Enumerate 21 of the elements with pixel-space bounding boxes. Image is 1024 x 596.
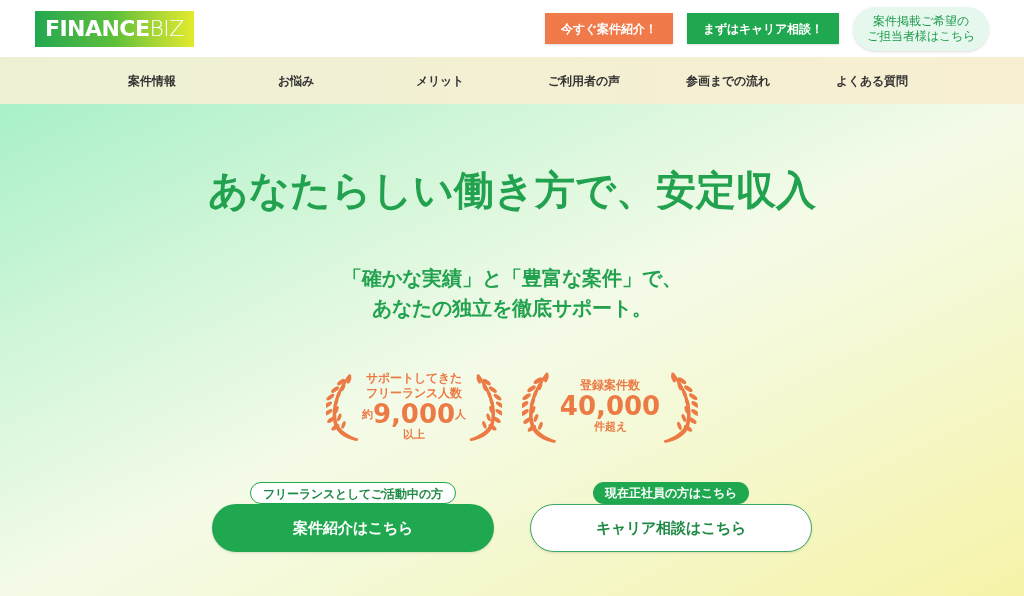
stat-caption: 登録案件数 xyxy=(580,378,640,394)
nav-link[interactable]: よくある質問 xyxy=(836,71,908,90)
stat-note: 以上 xyxy=(403,427,425,443)
nav-link[interactable]: お悩み xyxy=(278,71,314,90)
stat-number: 9,000 xyxy=(372,400,456,427)
nav-link[interactable]: 案件情報 xyxy=(128,71,176,90)
cta-button[interactable]: キャリア相談はこちら xyxy=(530,504,812,552)
subheadline: あなたの独立を徹底サポート。 xyxy=(372,298,652,318)
stat-number: 40,000 xyxy=(559,393,661,420)
nav-link[interactable]: 参画までの流れ xyxy=(686,71,770,90)
nav-link[interactable]: メリット xyxy=(416,71,464,90)
cta-tag: 現在正社員の方はこちら xyxy=(593,482,749,504)
cta-tag: フリーランスとしてご活動中の方 xyxy=(250,482,456,504)
nav-link[interactable]: ご利用者の声 xyxy=(548,71,620,90)
stat-suffix: 人 xyxy=(455,408,467,422)
stat-caption: フリーランス人数 xyxy=(366,385,462,401)
subheadline: 「確かな実績」と「豊富な案件」で、 xyxy=(342,268,682,288)
headline: あなたらしい働き方で、安定収入 xyxy=(208,170,816,210)
stat-caption: サポートしてきた xyxy=(366,370,462,386)
stat-note: 件超え xyxy=(593,419,627,436)
stat-prefix: 約 xyxy=(361,408,373,422)
